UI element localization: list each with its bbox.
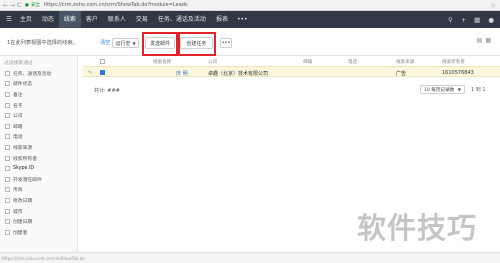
- selection-hint: 1在此列表视图中选择的线索。: [7, 40, 78, 46]
- filter-item[interactable]: 邮箱: [0, 121, 77, 132]
- filter-item[interactable]: Skype ID: [0, 163, 77, 174]
- filter-checkbox[interactable]: [5, 219, 10, 225]
- filter-checkbox[interactable]: [5, 229, 10, 235]
- column-header-company[interactable]: 公司: [208, 59, 217, 65]
- records-per-page-value: 10 每页记录数: [424, 88, 455, 93]
- filter-checkbox[interactable]: [5, 176, 10, 182]
- filter-checkbox[interactable]: [5, 113, 10, 119]
- add-icon[interactable]: +: [461, 16, 466, 24]
- nav-item-activities[interactable]: 任务、通话及活动: [153, 11, 211, 28]
- status-url: https://crm.zoho.com.cn/crm/ShowTab.do: [2, 256, 85, 261]
- view-toggle-icons[interactable]: ▤▦: [477, 37, 494, 44]
- nav-more-icon[interactable]: •••: [233, 11, 252, 28]
- filter-item[interactable]: 备注: [0, 89, 77, 100]
- total-count: 共计: ###: [94, 88, 120, 94]
- filter-checkbox[interactable]: [5, 208, 10, 214]
- filter-item[interactable]: 修改日期: [0, 195, 77, 206]
- filter-sidebar: 过滤线索通过 任务、通话及活动 邮件状态 备注 名字 公司 邮箱 电话 线索来源…: [0, 56, 78, 252]
- filter-item[interactable]: 城市: [0, 206, 77, 217]
- secure-lock-icon: ●: [25, 2, 29, 8]
- filter-checkbox[interactable]: [5, 134, 10, 140]
- macro-button-label: 运行宏: [115, 40, 131, 47]
- filter-item[interactable]: 电话: [0, 132, 77, 143]
- highlight-create-task: [178, 32, 216, 56]
- status-bar: https://crm.zoho.com.cn/crm/ShowTab.do: [0, 252, 500, 263]
- filter-checkbox[interactable]: [5, 81, 10, 87]
- filter-item[interactable]: 任务、通话及活动: [0, 68, 77, 79]
- nav-item-deals[interactable]: 交易: [131, 11, 153, 28]
- filter-item[interactable]: 创建者: [0, 227, 77, 238]
- column-header-source[interactable]: 线索来源: [396, 59, 414, 65]
- top-nav-bar: ☰ 主页 动态 线索 客户 联系人 交易 任务、通话及活动 报表 ••• ⚲ +…: [0, 11, 500, 28]
- more-icon: •••: [221, 40, 231, 46]
- filter-checkbox[interactable]: [5, 70, 10, 76]
- column-header-email[interactable]: 邮箱: [303, 59, 312, 65]
- chevron-down-icon: ▼: [457, 87, 461, 92]
- filter-checkbox[interactable]: [5, 144, 10, 150]
- bookmark-star-icon[interactable]: ☆: [491, 2, 496, 9]
- filter-checkbox[interactable]: [5, 91, 10, 97]
- lead-name-link[interactable]: 庆 明: [176, 70, 188, 77]
- row-checkbox[interactable]: [100, 70, 105, 75]
- filter-item[interactable]: 线索来源: [0, 142, 77, 153]
- calendar-icon[interactable]: ▦: [474, 16, 480, 24]
- filter-checkbox[interactable]: [5, 197, 10, 203]
- nav-item-reports[interactable]: 报表: [211, 11, 233, 28]
- top-nav-tools: ⚲ + ▦ ●: [448, 16, 494, 24]
- nav-item-feeds[interactable]: 动态: [37, 11, 59, 28]
- company-cell: 卓趣（北京）技术有限公司: [208, 71, 269, 77]
- filter-item[interactable]: 公司: [0, 110, 77, 121]
- owner-cell: 1610576843: [442, 70, 474, 76]
- secure-label: 安全: [30, 3, 40, 8]
- nav-item-home[interactable]: 主页: [15, 11, 37, 28]
- highlight-send-email: [142, 32, 178, 56]
- avatar-icon[interactable]: ●: [488, 16, 494, 24]
- filter-checkbox[interactable]: [5, 155, 10, 161]
- records-per-page-select[interactable]: 10 每页记录数 ▼: [420, 85, 465, 94]
- filter-item[interactable]: 线索所有者: [0, 153, 77, 164]
- source-cell: 广告: [396, 71, 407, 77]
- url-field[interactable]: https://crm.zoho.com.cn/crm/ShowTab.do?m…: [44, 2, 188, 8]
- menu-icon[interactable]: ☰: [0, 11, 15, 28]
- browser-nav-icons[interactable]: ←→C: [3, 2, 23, 9]
- macro-dropdown-button[interactable]: 运行宏 ▼: [112, 38, 139, 48]
- search-icon[interactable]: ⚲: [448, 16, 453, 24]
- nav-item-contacts[interactable]: 联系人: [103, 11, 131, 28]
- list-toolbar: 1在此列表视图中选择的线索。 清空 运行宏 ▼ 发送邮件 创建任务 ••• ▤▦: [0, 28, 500, 56]
- table-row[interactable]: ✎ 庆 明 卓趣（北京）技术有限公司 广告 1610576843: [83, 66, 500, 77]
- column-header-phone[interactable]: 电话: [348, 59, 357, 65]
- filter-item[interactable]: 创建日期: [0, 216, 77, 227]
- edit-pencil-icon[interactable]: ✎: [88, 70, 92, 76]
- watermark: 软件技巧: [357, 211, 478, 245]
- column-header-lead-name[interactable]: 线索名称: [153, 59, 171, 65]
- chevron-down-icon: ▼: [132, 40, 136, 46]
- nav-item-accounts[interactable]: 客户: [81, 11, 103, 28]
- filter-item[interactable]: 开发潜在邮件: [0, 174, 77, 185]
- filter-checkbox[interactable]: [5, 166, 10, 172]
- filter-item[interactable]: 名字: [0, 100, 77, 111]
- filter-checkbox[interactable]: [5, 187, 10, 193]
- select-all-checkbox[interactable]: [100, 59, 105, 64]
- browser-address-bar: ←→C ● 安全 https://crm.zoho.com.cn/crm/Sho…: [0, 0, 500, 11]
- pagination[interactable]: 1 到 1: [471, 86, 486, 93]
- filter-sidebar-title: 过滤线索通过: [4, 61, 33, 66]
- filter-checkbox[interactable]: [5, 123, 10, 129]
- filter-checkbox[interactable]: [5, 102, 10, 108]
- column-header-owner[interactable]: 线索所有者: [442, 59, 465, 65]
- nav-item-leads[interactable]: 线索: [58, 11, 81, 28]
- filter-item[interactable]: 邮件状态: [0, 79, 77, 90]
- app-window: ←→C ● 安全 https://crm.zoho.com.cn/crm/Sho…: [0, 0, 500, 263]
- filter-item[interactable]: 传真: [0, 185, 77, 196]
- more-actions-button[interactable]: •••: [220, 38, 232, 48]
- clear-selection-link[interactable]: 清空: [100, 39, 110, 46]
